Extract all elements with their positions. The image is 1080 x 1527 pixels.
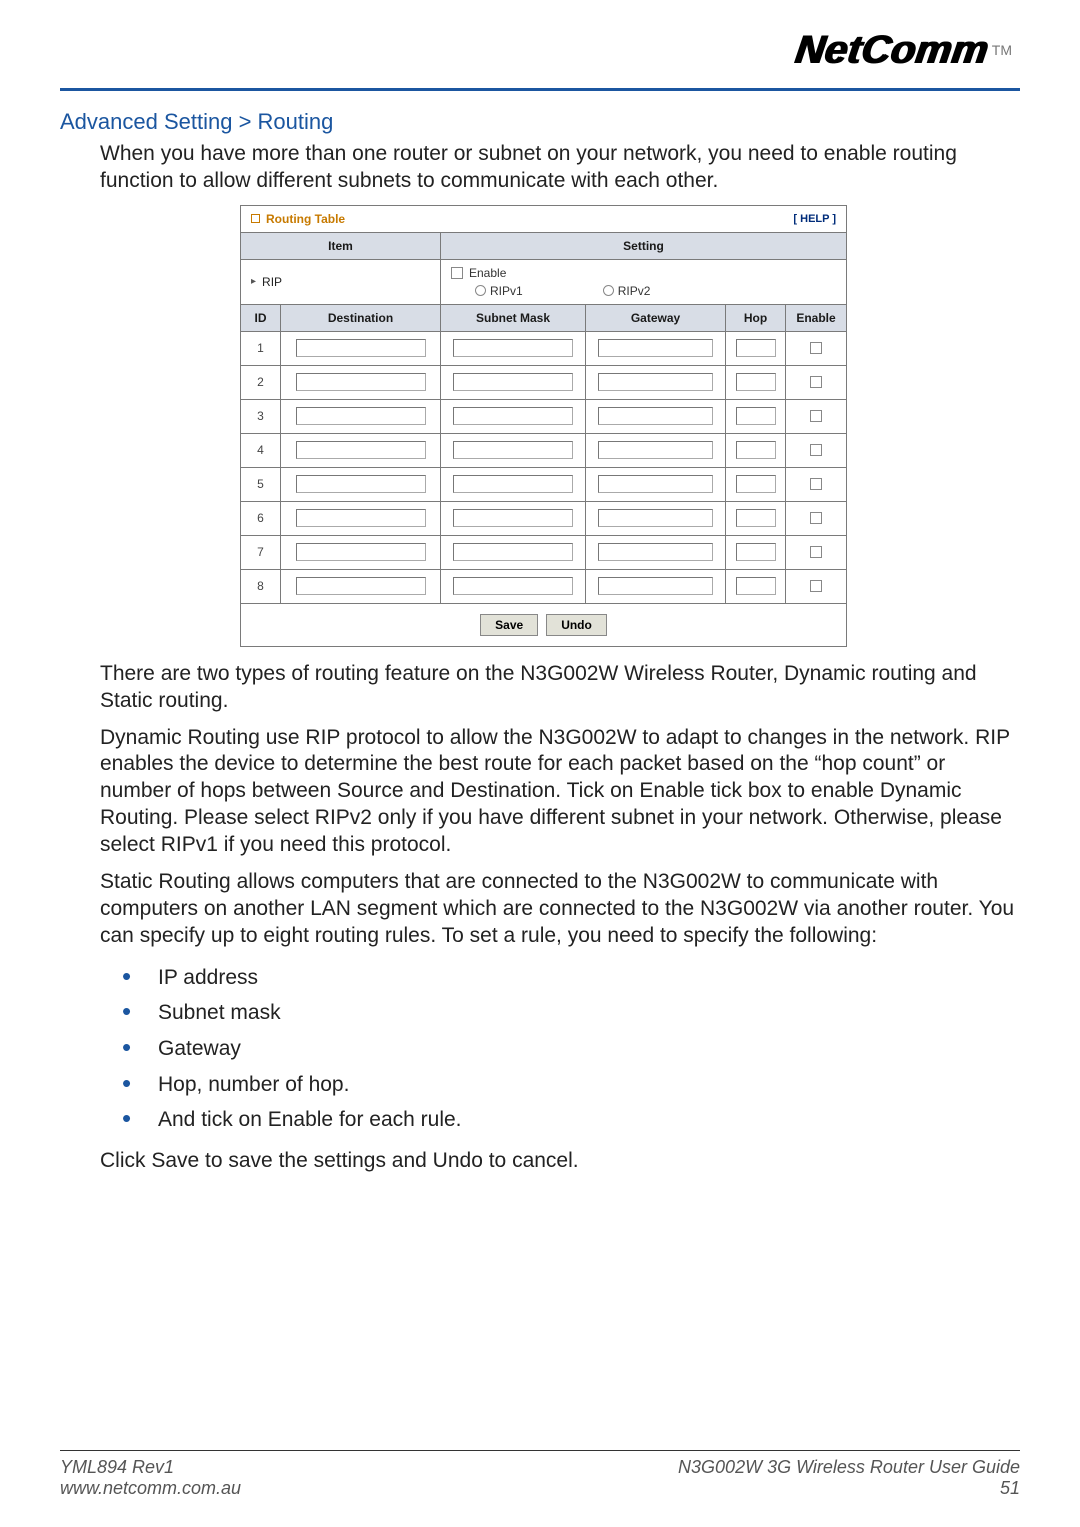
table-row: 5 [241, 468, 846, 502]
col-en: Enable [786, 305, 846, 331]
table-row: 7 [241, 536, 846, 570]
brand-logo: NetComm TM [60, 20, 1020, 80]
gateway-input[interactable] [598, 509, 713, 527]
hop-input[interactable] [736, 441, 776, 459]
hop-input[interactable] [736, 407, 776, 425]
gateway-input[interactable] [598, 407, 713, 425]
row-id: 3 [241, 400, 281, 433]
para-two-types: There are two types of routing feature o… [100, 661, 1020, 715]
row-enable-checkbox[interactable] [810, 478, 822, 490]
list-item: And tick on Enable for each rule. [122, 1102, 1020, 1138]
hop-input[interactable] [736, 339, 776, 357]
destination-input[interactable] [296, 475, 426, 493]
table-row: 8 [241, 570, 846, 604]
column-header-item: Item [241, 233, 441, 259]
footer-guide: N3G002W 3G Wireless Router User Guide [678, 1457, 1020, 1478]
destination-input[interactable] [296, 577, 426, 595]
destination-input[interactable] [296, 373, 426, 391]
row-enable-checkbox[interactable] [810, 410, 822, 422]
row-enable-checkbox[interactable] [810, 512, 822, 524]
row-id: 4 [241, 434, 281, 467]
table-row: 2 [241, 366, 846, 400]
hop-input[interactable] [736, 373, 776, 391]
col-gw: Gateway [586, 305, 726, 331]
subnet-mask-input[interactable] [453, 543, 573, 561]
hop-input[interactable] [736, 509, 776, 527]
table-row: 3 [241, 400, 846, 434]
subnet-mask-input[interactable] [453, 441, 573, 459]
ripv2-radio[interactable] [603, 285, 614, 296]
column-header-setting: Setting [441, 233, 846, 259]
para-static: Static Routing allows computers that are… [100, 869, 1020, 950]
destination-input[interactable] [296, 407, 426, 425]
ripv1-label: RIPv1 [490, 284, 523, 298]
destination-input[interactable] [296, 441, 426, 459]
gateway-input[interactable] [598, 441, 713, 459]
row-enable-checkbox[interactable] [810, 376, 822, 388]
row-id: 7 [241, 536, 281, 569]
hop-input[interactable] [736, 543, 776, 561]
col-mask: Subnet Mask [441, 305, 586, 331]
col-dest: Destination [281, 305, 441, 331]
row-id: 2 [241, 366, 281, 399]
help-link[interactable]: [ HELP ] [793, 213, 836, 225]
gateway-input[interactable] [598, 339, 713, 357]
gateway-input[interactable] [598, 577, 713, 595]
brand-logo-text: NetComm [792, 28, 991, 73]
row-id: 8 [241, 570, 281, 603]
row-id: 6 [241, 502, 281, 535]
gateway-input[interactable] [598, 373, 713, 391]
subnet-mask-input[interactable] [453, 339, 573, 357]
intro-paragraph: When you have more than one router or su… [100, 141, 1020, 195]
gateway-input[interactable] [598, 475, 713, 493]
footer-rev: YML894 Rev1 [60, 1457, 241, 1478]
rip-enable-checkbox[interactable] [451, 267, 463, 279]
row-enable-checkbox[interactable] [810, 342, 822, 354]
subnet-mask-input[interactable] [453, 509, 573, 527]
list-item: IP address [122, 960, 1020, 996]
row-id: 5 [241, 468, 281, 501]
section-title: Advanced Setting > Routing [60, 109, 1020, 135]
gateway-input[interactable] [598, 543, 713, 561]
footer: YML894 Rev1 www.netcomm.com.au N3G002W 3… [60, 1450, 1020, 1499]
hop-input[interactable] [736, 577, 776, 595]
table-row: 4 [241, 434, 846, 468]
rip-marker-icon: ▸ [251, 276, 256, 287]
para-dynamic: Dynamic Routing use RIP protocol to allo… [100, 725, 1020, 859]
table-row: 1 [241, 332, 846, 366]
routing-table-panel: Routing Table [ HELP ] Item Setting ▸ RI… [240, 205, 847, 647]
footer-url: www.netcomm.com.au [60, 1478, 241, 1499]
row-enable-checkbox[interactable] [810, 580, 822, 592]
subnet-mask-input[interactable] [453, 407, 573, 425]
destination-input[interactable] [296, 509, 426, 527]
ripv2-label: RIPv2 [618, 284, 651, 298]
table-row: 6 [241, 502, 846, 536]
row-enable-checkbox[interactable] [810, 546, 822, 558]
hop-input[interactable] [736, 475, 776, 493]
save-button[interactable]: Save [480, 614, 538, 636]
footer-page: 51 [678, 1478, 1020, 1499]
col-id: ID [241, 305, 281, 331]
trademark-symbol: TM [992, 42, 1012, 58]
undo-button[interactable]: Undo [546, 614, 607, 636]
panel-title: Routing Table [266, 212, 345, 226]
list-item: Hop, number of hop. [122, 1067, 1020, 1103]
row-id: 1 [241, 332, 281, 365]
panel-icon [251, 214, 260, 223]
list-item: Gateway [122, 1031, 1020, 1067]
col-hop: Hop [726, 305, 786, 331]
subnet-mask-input[interactable] [453, 475, 573, 493]
header-rule [60, 88, 1020, 91]
ripv1-radio[interactable] [475, 285, 486, 296]
destination-input[interactable] [296, 543, 426, 561]
rip-label: RIP [262, 275, 282, 289]
row-enable-checkbox[interactable] [810, 444, 822, 456]
subnet-mask-input[interactable] [453, 577, 573, 595]
list-item: Subnet mask [122, 995, 1020, 1031]
para-save-hint: Click Save to save the settings and Undo… [100, 1148, 1020, 1175]
subnet-mask-input[interactable] [453, 373, 573, 391]
destination-input[interactable] [296, 339, 426, 357]
rip-enable-label: Enable [469, 266, 506, 280]
